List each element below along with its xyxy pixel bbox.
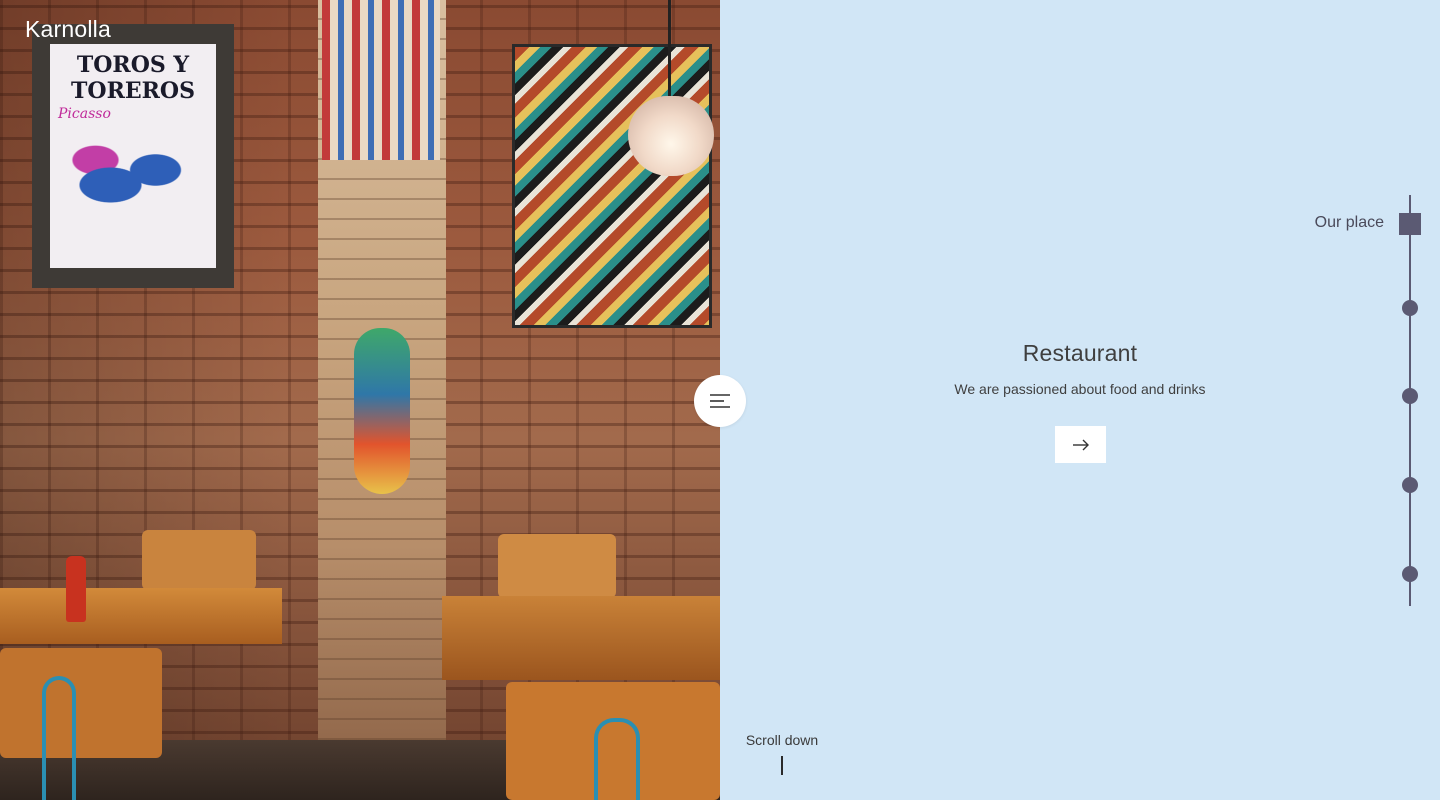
timeline-item-active[interactable] [1399,213,1421,235]
wooden-table [0,588,282,644]
hero-subtitle: We are passioned about food and drinks [954,381,1206,397]
scroll-down-label[interactable]: Scroll down [736,732,828,748]
timeline-active-label[interactable]: Our place [1250,213,1384,233]
hero-content: Restaurant We are passioned about food a… [900,340,1260,463]
wooden-table [442,596,720,680]
timeline-item[interactable] [1402,477,1418,493]
menu-button[interactable] [694,375,746,427]
next-button[interactable] [1055,426,1106,463]
timeline-item[interactable] [1402,566,1418,582]
chair [498,534,616,598]
pendant-lamp [628,96,714,176]
chair [142,530,256,590]
hero-photo: TOROS Y TOREROS Picasso [0,0,720,800]
brand-logo[interactable]: Karnolla [25,16,111,43]
zigzag-rug-art [512,44,712,328]
hanging-tapestry [322,0,440,160]
scroll-indicator [781,756,783,775]
hero-title: Restaurant [1022,340,1138,366]
hamburger-menu-icon [710,394,730,408]
tribal-mask [354,328,410,494]
arrow-right-icon [1072,439,1089,450]
timeline-item[interactable] [1402,300,1418,316]
chair [0,648,162,758]
timeline-item[interactable] [1402,388,1418,404]
framed-poster: TOROS Y TOREROS Picasso [32,24,234,288]
hot-sauce-bottle [66,556,86,622]
